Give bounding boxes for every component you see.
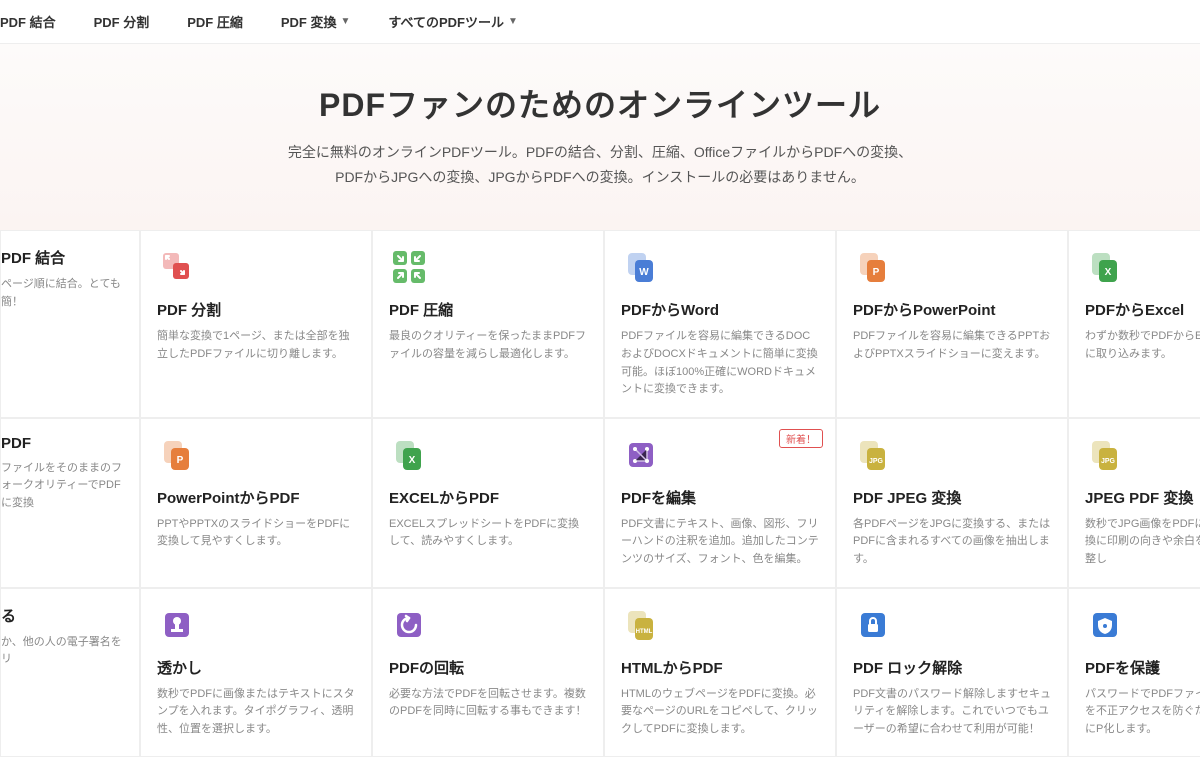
hero-line1: 完全に無料のオンラインPDFツール。PDFの結合、分割、圧縮、Officeファイ… (20, 140, 1180, 165)
protect-icon (1085, 605, 1125, 645)
tool-title: PDFからWord (621, 299, 819, 320)
svg-text:X: X (409, 455, 416, 466)
html-icon: HTML (621, 605, 661, 645)
nav-convert[interactable]: PDF 変換 ▼ (281, 12, 351, 31)
tool-title: PDF 分割 (157, 299, 355, 320)
tool-desc: 必要な方法でPDFを回転させます。複数のPDFを同時に回転する事もできます！ (389, 686, 587, 721)
tool-title: PDF (1, 435, 123, 452)
tool-desc: PDF文書のパスワード解除しますセキュリティを解除します。これでいつでもユーザー… (853, 686, 1051, 739)
nav-label: PDF 分割 (94, 12, 150, 31)
hero-line2: PDFからJPGへの変換、JPGからPDFへの変換。インストールの必要はありませ… (20, 165, 1180, 190)
tool-desc: PDFファイルを容易に編集できるDOCおよびDOCXドキュメントに簡単に変換可能… (621, 328, 819, 398)
tool-desc: PDFファイルを容易に編集できるPPTおよびPPTXスライドショーに変えます。 (853, 328, 1051, 363)
stamp-icon (157, 605, 197, 645)
tool-card-rotate[interactable]: PDFの回転必要な方法でPDFを回転させます。複数のPDFを同時に回転する事もで… (372, 588, 604, 757)
tool-title: PowerPointからPDF (157, 487, 355, 508)
excel-icon: X (1085, 247, 1125, 287)
tool-title: PDF 結合 (1, 247, 123, 268)
tool-card-exceltopdf[interactable]: X EXCELからPDF EXCELスプレッドシートをPDFに変換して、読みやすくし… (372, 418, 604, 588)
nav-compress[interactable]: PDF 圧縮 (187, 12, 243, 31)
tool-title: PDF ロック解除 (853, 657, 1051, 678)
jpg-icon: JPG (1085, 435, 1125, 475)
hero-title: PDFファンのためのオンラインツール (20, 80, 1180, 126)
tool-desc: 数秒でPDFに画像またはテキストにスタンプを入れます。タイポグラフィ、透明性、位… (157, 686, 355, 739)
tool-card-protect[interactable]: PDFを保護パスワードでPDFファイルを不正アクセスを防ぐためにP化します。 (1068, 588, 1200, 757)
tool-desc: 数秒でJPG画像をPDFに変換に印刷の向きや余白を調整し (1085, 516, 1200, 569)
tool-card-unlock[interactable]: PDF ロック解除 PDF文書のパスワード解除しますセキュリティを解除します。これ… (836, 588, 1068, 757)
tool-title: PDF JPEG 変換 (853, 487, 1051, 508)
tool-title: PDFの回転 (389, 657, 587, 678)
excel2-icon: X (389, 435, 429, 475)
tool-card-tojpg[interactable]: JPG PDF JPEG 変換各PDFページをJPGに変換する、またはPDFに含ま… (836, 418, 1068, 588)
tool-desc: PPTやPPTXのスライドショーをPDFに変換して見やすくします。 (157, 516, 355, 551)
tool-card-edit[interactable]: 新着！ PDFを編集 PDF文書にテキスト、画像、図形、フリーハンドの注釈を追加。追… (604, 418, 836, 588)
tool-desc: HTMLのウェブページをPDFに変換。必要なページのURLをコピペして、クリック… (621, 686, 819, 739)
ppt2-icon: P (157, 435, 197, 475)
svg-text:HTML: HTML (636, 629, 653, 635)
tool-desc: パスワードでPDFファイルを不正アクセスを防ぐためにP化します。 (1085, 686, 1200, 739)
tool-card-ppttopdf[interactable]: P PowerPointからPDF PPTやPPTXのスライドショーをPDFに変換し… (140, 418, 372, 588)
rotate-icon (389, 605, 429, 645)
nav-label: PDF 結合 (0, 12, 56, 31)
unlock-icon (853, 605, 893, 645)
svg-text:JPG: JPG (1101, 458, 1116, 465)
tool-desc: PDF文書にテキスト、画像、図形、フリーハンドの注釈を追加。追加したコンテンツの… (621, 516, 819, 569)
tool-desc: 各PDFページをJPGに変換する、またはPDFに含まれるすべての画像を抽出します… (853, 516, 1051, 569)
tool-desc: 最良のクオリティーを保ったままPDFファイルの容量を減らし最適化します。 (389, 328, 587, 363)
svg-text:P: P (177, 455, 184, 466)
nav-label: すべてのPDFツール (388, 12, 504, 31)
tool-title: PDF 圧縮 (389, 299, 587, 320)
chevron-down-icon: ▼ (508, 16, 518, 27)
tool-title: PDFからExcel (1085, 299, 1200, 320)
tool-card-split[interactable]: PDF 分割簡単な変換で1ページ、または全部を独立したPDFファイルに切り離しま… (140, 230, 372, 417)
tool-card-toppt[interactable]: P PDFからPowerPoint PDFファイルを容易に編集できるPPTおよびPP… (836, 230, 1068, 417)
tool-desc: ファイルをそのままのフォークオリティーでPDFに変換 (1, 460, 123, 513)
jpg-icon: JPG (853, 435, 893, 475)
svg-text:P: P (873, 267, 880, 278)
nav-split[interactable]: PDF 分割 (94, 12, 150, 31)
nav-all-tools[interactable]: すべてのPDFツール ▼ (388, 12, 517, 31)
tool-card-sign[interactable]: るか、他の人の電子署名をリ (0, 588, 140, 757)
tool-card-htmltopdf[interactable]: HTML HTMLからPDF HTMLのウェブページをPDFに変換。必要なページのU… (604, 588, 836, 757)
tool-card-jpgtopdf[interactable]: JPG JPEG PDF 変換数秒でJPG画像をPDFに変換に印刷の向きや余白を調… (1068, 418, 1200, 588)
svg-text:X: X (1105, 267, 1112, 278)
tool-title: EXCELからPDF (389, 487, 587, 508)
tool-card-merge[interactable]: PDF 結合ページ順に結合。とても簡！ (0, 230, 140, 417)
tool-card-toexcel[interactable]: X PDFからExcel わずか数秒でPDFからExcelに取り込みます。 (1068, 230, 1200, 417)
tool-title: 透かし (157, 657, 355, 678)
tool-card-watermark[interactable]: 透かし数秒でPDFに画像またはテキストにスタンプを入れます。タイポグラフィ、透明… (140, 588, 372, 757)
svg-text:JPG: JPG (869, 458, 884, 465)
tool-card-compress[interactable]: PDF 圧縮最良のクオリティーを保ったままPDFファイルの容量を減らし最適化しま… (372, 230, 604, 417)
tool-title: PDFからPowerPoint (853, 299, 1051, 320)
tools-grid: PDF 結合ページ順に結合。とても簡！PDF 分割簡単な変換で1ページ、または全… (0, 230, 1200, 757)
split-icon (157, 247, 197, 287)
tool-title: る (1, 605, 123, 626)
nav-label: PDF 圧縮 (187, 12, 243, 31)
compress-icon (389, 247, 429, 287)
chevron-down-icon: ▼ (341, 16, 351, 27)
svg-text:W: W (639, 267, 649, 278)
tool-desc: わずか数秒でPDFからExcelに取り込みます。 (1085, 328, 1200, 363)
tool-card-wordtopdf[interactable]: PDF ファイルをそのままのフォークオリティーでPDFに変換 (0, 418, 140, 588)
nav-label: PDF 変換 (281, 12, 337, 31)
tool-title: JPEG PDF 変換 (1085, 487, 1200, 508)
tool-title: PDFを編集 (621, 487, 819, 508)
ppt-icon: P (853, 247, 893, 287)
tool-desc: ページ順に結合。とても簡！ (1, 276, 123, 311)
hero: PDFファンのためのオンラインツール 完全に無料のオンラインPDFツール。PDF… (0, 44, 1200, 230)
nav-merge[interactable]: PDF 結合 (0, 12, 56, 31)
tool-title: PDFを保護 (1085, 657, 1200, 678)
tool-desc: 簡単な変換で1ページ、または全部を独立したPDFファイルに切り離します。 (157, 328, 355, 363)
new-badge: 新着！ (779, 429, 823, 448)
top-nav: PDF 結合 PDF 分割 PDF 圧縮 PDF 変換 ▼ すべてのPDFツール… (0, 0, 1200, 44)
tool-card-toword[interactable]: W PDFからWord PDFファイルを容易に編集できるDOCおよびDOCXドキュメ… (604, 230, 836, 417)
tool-title: HTMLからPDF (621, 657, 819, 678)
edit-icon (621, 435, 661, 475)
tool-desc: か、他の人の電子署名をリ (1, 634, 123, 669)
tool-desc: EXCELスプレッドシートをPDFに変換して、読みやすくします。 (389, 516, 587, 551)
word-icon: W (621, 247, 661, 287)
